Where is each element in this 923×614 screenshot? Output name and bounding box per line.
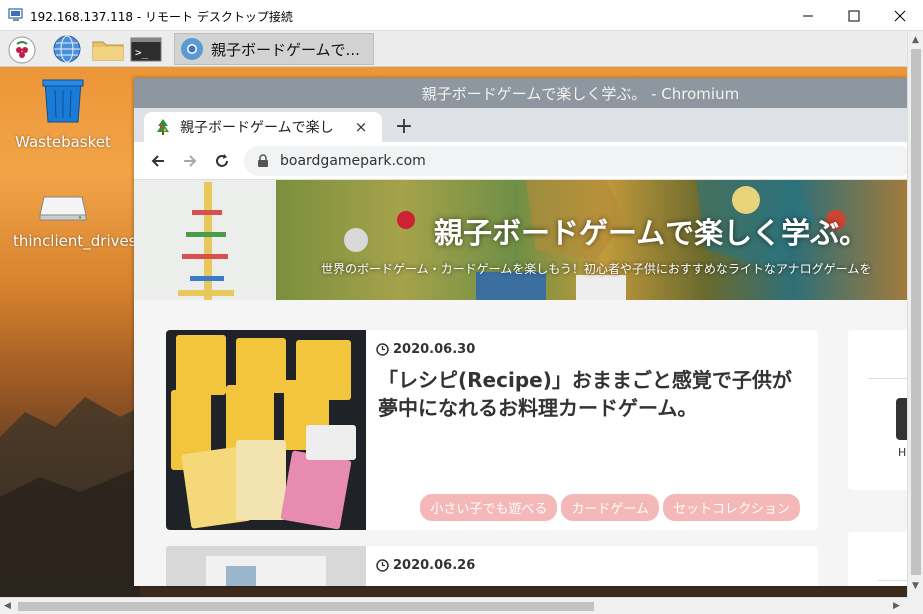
recipe-cards-photo [171, 335, 356, 530]
tab-boardgamepark[interactable]: 親子ボードゲームで楽し × [144, 112, 382, 142]
post-thumbnail-photo [166, 546, 366, 586]
sidebar-snippet: H [898, 446, 907, 459]
post-date-text: 2020.06.30 [393, 342, 476, 357]
svg-text:>_: >_ [135, 46, 149, 59]
vertical-scrollbar[interactable]: ▲ ▼ [907, 31, 923, 597]
web-page: 親子ボードゲームで楽しく学ぶ。 世界のボードゲーム・カードゲームを楽しもう！初心… [134, 180, 907, 586]
clock-icon [376, 559, 389, 572]
tag-set-collection[interactable]: セットコレクション [662, 494, 800, 521]
stacking-game-image [178, 182, 234, 300]
mountain-silhouette [0, 397, 140, 597]
raspberry-pi-panel: >_ 親子ボードゲームで... [0, 31, 907, 67]
tag-card-game[interactable]: カードゲーム [561, 494, 659, 521]
desktop-icon-wastebasket[interactable]: Wastebasket [13, 79, 113, 152]
post-date: 2020.06.26 [376, 558, 475, 573]
scroll-left-icon[interactable]: ◀ [4, 601, 11, 611]
sidebar-widget [848, 532, 907, 586]
sidebar-divider [878, 580, 907, 581]
arrow-right-icon [184, 155, 197, 167]
url-text: boardgamepark.com [280, 153, 426, 169]
post-card[interactable]: 2020.06.30 「レシピ(Recipe)」おままごと感覚で子供が夢中になれ… [166, 330, 818, 530]
post-date-text: 2020.06.26 [393, 558, 476, 573]
address-bar[interactable]: boardgamepark.com [244, 146, 907, 176]
chromium-window: 親子ボードゲームで楽しく学ぶ。 - Chromium 親子ボードゲームで楽し ×… [134, 78, 907, 586]
tab-title: 親子ボードゲームで楽し [180, 120, 334, 136]
post-thumbnail[interactable] [166, 546, 366, 586]
arrow-left-icon [151, 155, 164, 167]
horizontal-scroll-thumb[interactable] [18, 602, 594, 611]
reload-button[interactable] [210, 149, 234, 173]
post-title[interactable]: 「レシピ(Recipe)」おままごと感覚で子供が夢中になれるお料理カードゲーム。 [378, 366, 808, 422]
browser-toolbar: boardgamepark.com [134, 142, 907, 180]
desktop-icon-label: thinclient_drives [13, 232, 137, 250]
header-photo-tower [134, 180, 276, 300]
rdp-window-title: 192.168.137.118 - リモート デスクトップ接続 [30, 10, 293, 24]
scroll-right-icon[interactable]: ▶ [893, 601, 900, 611]
trash-icon [42, 79, 84, 123]
site-tagline: 世界のボードゲーム・カードゲームを楽しもう！初心者や子供におすすめなライトなアナ… [321, 262, 872, 276]
back-button[interactable] [146, 149, 170, 173]
vertical-scroll-thumb[interactable] [911, 49, 921, 575]
chromium-title-bar: 親子ボードゲームで楽しく学ぶ。 - Chromium [134, 78, 907, 108]
desktop-icon-thinclient-drives[interactable]: thinclient_drives [13, 193, 137, 251]
chromium-icon [181, 38, 203, 60]
reload-icon [216, 154, 228, 167]
rdp-title-bar: 192.168.137.118 - リモート デスクトップ接続 [0, 0, 923, 31]
scroll-down-icon[interactable]: ▼ [912, 581, 919, 591]
web-browser-icon[interactable] [50, 34, 84, 64]
post-date: 2020.06.30 [376, 342, 475, 357]
site-header-banner[interactable]: 親子ボードゲームで楽しく学ぶ。 世界のボードゲーム・カードゲームを楽しもう！初心… [134, 180, 907, 300]
desktop-icon-label: Wastebasket [15, 133, 111, 151]
sidebar-divider [868, 378, 907, 379]
minimize-button[interactable] [785, 0, 831, 31]
forward-button[interactable] [178, 149, 202, 173]
clock-icon [376, 343, 389, 356]
maximize-button[interactable] [831, 0, 877, 31]
task-label: 親子ボードゲームで... [211, 40, 360, 59]
close-button[interactable] [877, 0, 923, 31]
horizontal-scrollbar[interactable]: ◀ ▶ [0, 597, 907, 614]
post-thumbnail[interactable] [166, 330, 366, 530]
tab-close-button[interactable]: × [352, 118, 370, 136]
remote-desktop: >_ 親子ボードゲームで... Wastebasket thinclient_d… [0, 31, 907, 597]
post-tags: 小さい子でも遊べる カードゲーム セットコレクション [420, 494, 800, 521]
scrollbar-corner [907, 597, 923, 614]
site-title: 親子ボードゲームで楽しく学ぶ。 [434, 216, 869, 250]
site-favicon [157, 119, 169, 135]
sidebar-widget: H [848, 330, 907, 490]
minimize-icon [803, 15, 813, 16]
post-card[interactable]: 2020.06.26 [166, 546, 818, 586]
file-manager-icon[interactable] [90, 34, 126, 64]
lock-icon [258, 154, 268, 167]
scroll-up-icon[interactable]: ▲ [912, 35, 919, 45]
drive-icon [39, 196, 87, 221]
chromium-window-title: 親子ボードゲームで楽しく学ぶ。 - Chromium [421, 84, 740, 103]
close-icon [894, 10, 906, 21]
screen: 192.168.137.118 - リモート デスクトップ接続 >_ 親子ボード… [0, 0, 923, 614]
new-tab-button[interactable]: + [392, 116, 416, 140]
maximize-icon [848, 10, 860, 21]
taskbar-chromium-task[interactable]: 親子ボードゲームで... [174, 33, 374, 65]
remote-desktop-icon [8, 8, 23, 21]
terminal-icon[interactable]: >_ [128, 34, 164, 64]
raspberry-menu-icon[interactable] [6, 34, 38, 64]
sidebar-avatar [896, 398, 907, 440]
tab-strip: 親子ボードゲームで楽し × + [134, 108, 907, 142]
tag-small-kids[interactable]: 小さい子でも遊べる [420, 494, 558, 521]
